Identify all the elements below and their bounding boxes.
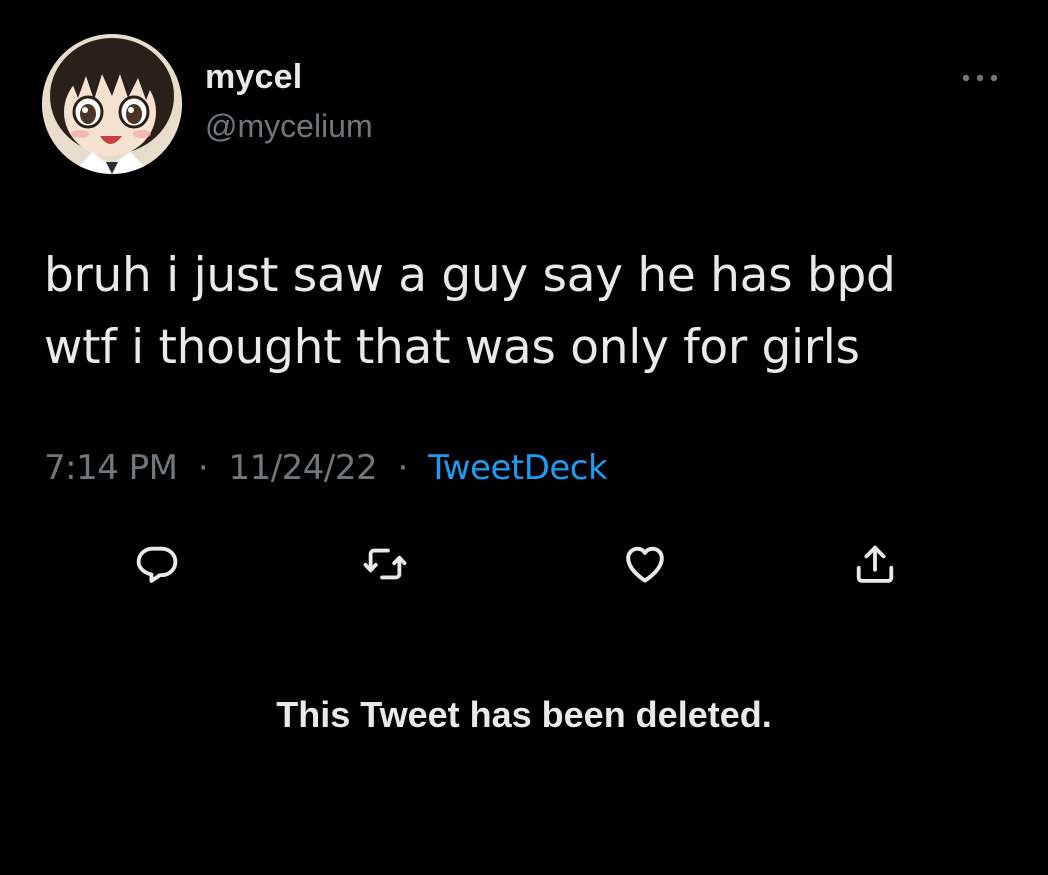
tweet-time[interactable]: 7:14 PM xyxy=(44,448,178,488)
tweet-text: bruh i just saw a guy say he has bpd wtf… xyxy=(44,240,1004,384)
tweet-date[interactable]: 11/24/22 xyxy=(228,448,377,488)
display-name[interactable]: mycel xyxy=(205,58,302,97)
retweet-icon xyxy=(363,548,407,580)
meta-separator: · xyxy=(197,448,209,488)
tweet-text-line: bruh i just saw a guy say he has bpd xyxy=(44,248,896,303)
share-button[interactable] xyxy=(847,536,903,592)
tweet-source-link[interactable]: TweetDeck xyxy=(428,448,608,488)
retweet-button[interactable] xyxy=(357,536,413,592)
reply-button[interactable] xyxy=(129,536,185,592)
tweet-card: mycel @mycelium bruh i just saw a guy sa… xyxy=(0,0,1048,875)
tweet-text-line: wtf i thought that was only for girls xyxy=(44,320,860,375)
heart-icon xyxy=(626,546,664,583)
more-options-button[interactable] xyxy=(952,58,1008,98)
like-button[interactable] xyxy=(617,536,673,592)
avatar[interactable] xyxy=(42,34,182,174)
meta-separator: · xyxy=(397,448,408,488)
more-dots-icon xyxy=(962,74,998,82)
anime-girl-avatar-icon xyxy=(42,34,182,174)
share-icon xyxy=(856,545,894,583)
deleted-notice: This Tweet has been deleted. xyxy=(276,694,772,735)
reply-icon xyxy=(136,546,178,583)
tweet-meta: 7:14 PM · 11/24/22 · TweetDeck xyxy=(44,448,608,488)
user-handle[interactable]: @mycelium xyxy=(205,108,373,145)
